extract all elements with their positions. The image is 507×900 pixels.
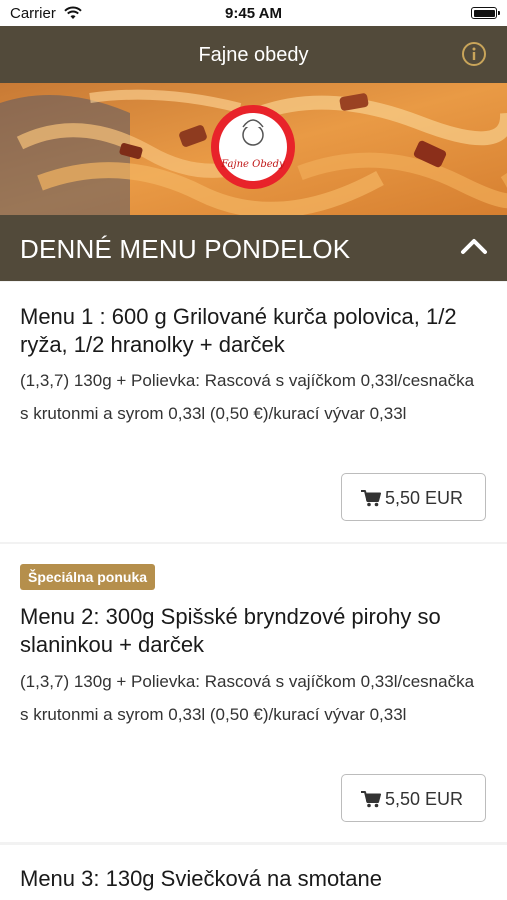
menu-title: Menu 1 : 600 g Grilované kurča polovica,…	[20, 304, 457, 357]
menu-title: Menu 2: 300g Spišské bryndzové pirohy so…	[20, 604, 441, 657]
add-to-cart-button[interactable]: 5,50 EUR	[341, 473, 486, 521]
nav-bar: Fajne obedy	[0, 26, 507, 83]
add-to-cart-button[interactable]: 5,50 EUR	[341, 774, 486, 822]
menu-description: (1,3,7) 130g + Polievka: Rascová s vajíč…	[20, 371, 475, 423]
section-title: DENNÉ MENU PONDELOK	[20, 234, 351, 264]
app-title: Fajne obedy	[198, 44, 309, 66]
section-header-day-menu[interactable]: DENNÉ MENU PONDELOK	[0, 215, 507, 281]
hero-banner: Fajne Obedy	[0, 83, 507, 215]
menu-card: Menu 1 : 600 g Grilované kurča polovica,…	[0, 282, 507, 542]
special-offer-badge: Špeciálna ponuka	[20, 564, 156, 590]
logo-text: Fajne Obedy	[220, 159, 285, 170]
info-icon[interactable]	[461, 41, 487, 72]
clock: 9:45 AM	[225, 5, 282, 22]
price-label: 5,50 EUR	[385, 789, 464, 809]
chevron-up-icon[interactable]	[460, 236, 488, 261]
battery-icon	[471, 7, 500, 19]
menu-card: Menu 3: 130g Sviečková na smotane	[0, 845, 507, 900]
menu-description: (1,3,7) 130g + Polievka: Rascová s vajíč…	[20, 672, 475, 724]
price-label: 5,50 EUR	[385, 488, 464, 508]
menu-title: Menu 3: 130g Sviečková na smotane	[20, 866, 383, 891]
pasta-photo: Fajne Obedy	[0, 83, 507, 215]
cart-icon	[361, 489, 381, 512]
menu-card: Špeciálna ponuka Menu 2: 300g Spišské br…	[0, 544, 507, 842]
cart-icon	[361, 790, 381, 813]
status-bar: Carrier 9:45 AM	[0, 0, 507, 26]
